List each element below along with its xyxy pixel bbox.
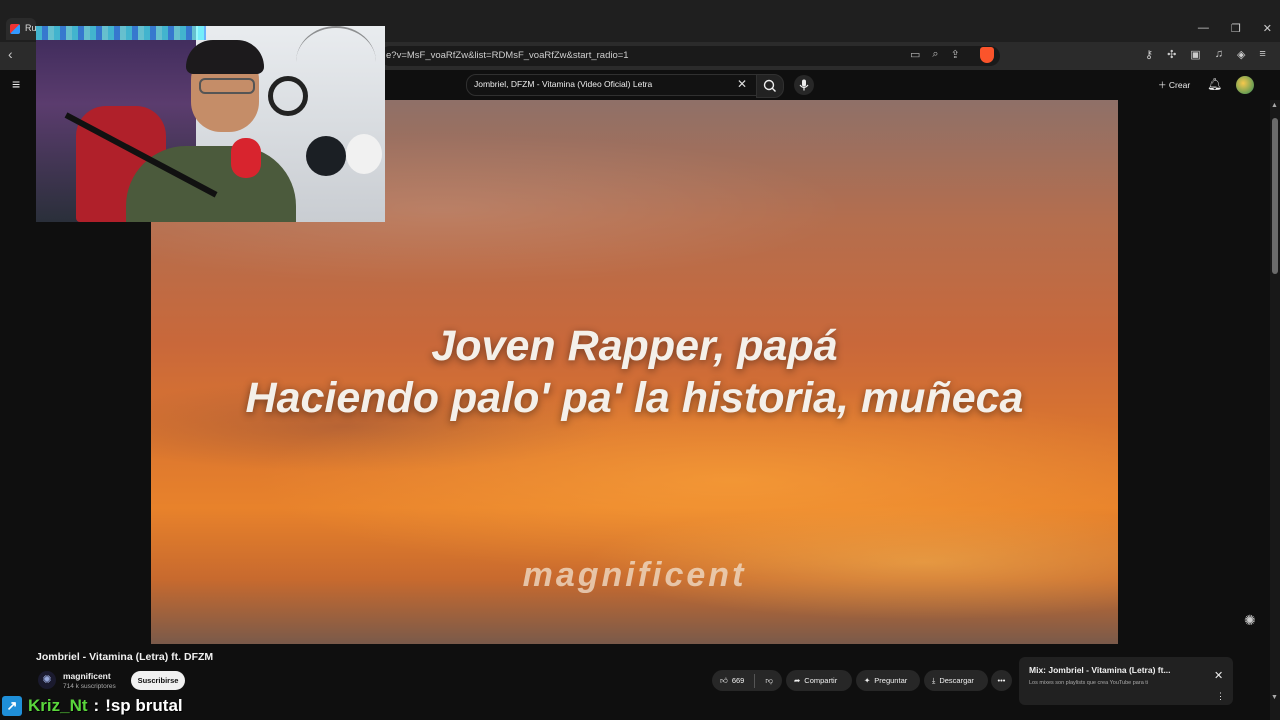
chat-badge-icon: ↗ [2, 696, 22, 716]
close-window-button[interactable]: ✕ [1263, 22, 1272, 35]
voice-search-button[interactable] [794, 75, 814, 95]
cast-icon[interactable]: ▭ [910, 48, 920, 61]
webcam-plush-white [346, 134, 382, 174]
share-icon: ➦ [794, 676, 801, 685]
webcam-glasses [199, 78, 255, 94]
chat-message: !sp brutal [105, 696, 183, 715]
brave-shield-icon[interactable] [980, 47, 994, 63]
chat-separator: : [93, 696, 100, 715]
share-label: Compartir [804, 676, 838, 685]
maximize-button[interactable]: ❐ [1231, 22, 1241, 35]
chat-overlay: ↗ Kriz_Nt : !sp brutal [0, 692, 183, 720]
search-button[interactable] [756, 74, 784, 98]
window-controls: — ❐ ✕ [1198, 22, 1272, 35]
lyric-line-1: Joven Rapper, papá [431, 322, 838, 370]
vpn-icon[interactable]: ◈ [1237, 48, 1245, 61]
clear-search-icon[interactable]: ✕ [737, 77, 747, 91]
zoom-icon[interactable]: ⌕ [932, 48, 938, 61]
webcam-cable [296, 26, 376, 98]
share-button[interactable]: ➦ Compartir [786, 670, 852, 691]
search-icon [763, 79, 776, 92]
webcam-person-hair [186, 40, 264, 74]
download-label: Descargar [939, 676, 974, 685]
mix-title[interactable]: Mix: Jombriel - Vitamina (Letra) ft... [1029, 665, 1199, 675]
sparkle-icon: ✦ [864, 676, 871, 685]
media-icon[interactable]: ♫ [1215, 48, 1223, 61]
extensions-icon[interactable]: ✣ [1167, 48, 1176, 61]
channel-avatar[interactable]: ✺ [38, 671, 56, 689]
subscribe-button[interactable]: Suscribirse [131, 671, 185, 690]
channel-watermark: magnificent [522, 556, 747, 594]
notifications-bell-icon[interactable]: 🔔︎ [1207, 77, 1222, 91]
mix-description: Los mixes son playlists que crea YouTube… [1029, 680, 1149, 686]
lyric-line-2: Haciendo palo' pa' la historia, muñeca [245, 374, 1024, 422]
video-title: Jombriel - Vitamina (Letra) ft. DFZM [36, 651, 214, 663]
more-actions-button[interactable]: ••• [991, 670, 1012, 691]
url-text[interactable]: e?v=MsF_voaRfZw&list=RDMsF_voaRfZw&start… [386, 50, 629, 61]
create-label: Crear [1168, 80, 1191, 90]
channel-logo-icon[interactable]: ✺ [1244, 612, 1260, 628]
webcam-led-lights [36, 26, 206, 40]
scrollbar-thumb[interactable] [1272, 118, 1278, 274]
channel-subscriber-count: 714 k suscriptores [63, 683, 116, 690]
webcam-headphones [268, 76, 308, 116]
tab-favicon-icon [10, 24, 20, 34]
more-horizontal-icon: ••• [997, 676, 1006, 685]
scroll-up-icon[interactable]: ▲ [1271, 102, 1278, 109]
webcam-plush-black [306, 136, 346, 176]
channel-name[interactable]: magnificent [63, 671, 111, 681]
address-bar-icons: ▭ ⌕ ⇪ [910, 48, 960, 61]
mix-more-options-icon[interactable]: ⋮ [1216, 691, 1225, 702]
dislike-icon[interactable]: 👎︎ [765, 676, 773, 686]
ask-button[interactable]: ✦ Preguntar [856, 670, 920, 691]
download-icon: ⤓ [932, 675, 936, 685]
chat-username: Kriz_Nt [28, 696, 88, 715]
create-button[interactable]: ＋ Crear [1152, 76, 1196, 94]
browser-extensions: ⚷ ✣ ▣ ♫ ◈ ≡ [1145, 48, 1266, 61]
back-arrow-icon[interactable]: ‹ [8, 46, 24, 64]
close-mix-icon[interactable]: ✕ [1214, 669, 1223, 682]
like-count[interactable]: 669 [732, 676, 745, 685]
minimize-button[interactable]: — [1198, 22, 1209, 35]
microphone-icon [799, 79, 809, 91]
like-dislike-group: 👍︎ 669 👎︎ [712, 670, 782, 691]
webcam-microphone [231, 138, 261, 178]
wallet-icon[interactable]: ⚷ [1145, 48, 1153, 61]
sidebar-icon[interactable]: ▣ [1190, 48, 1200, 61]
tab-title[interactable]: Ru [25, 23, 37, 33]
webcam-overlay [36, 26, 385, 222]
search-query-text[interactable]: Jombriel, DFZM - Vitamina (Video Oficial… [474, 79, 652, 89]
ask-label: Preguntar [874, 676, 908, 685]
like-divider [754, 673, 756, 688]
like-icon[interactable]: 👍︎ [720, 676, 728, 686]
browser-menu-icon[interactable]: ≡ [1259, 48, 1265, 61]
user-avatar[interactable] [1236, 76, 1254, 94]
share-page-icon[interactable]: ⇪ [951, 48, 960, 61]
download-button[interactable]: ⤓ Descargar [924, 670, 988, 691]
plus-icon: ＋ [1158, 80, 1167, 90]
hamburger-menu-icon[interactable]: ≡ [12, 76, 20, 92]
scroll-down-icon[interactable]: ▼ [1271, 694, 1278, 701]
